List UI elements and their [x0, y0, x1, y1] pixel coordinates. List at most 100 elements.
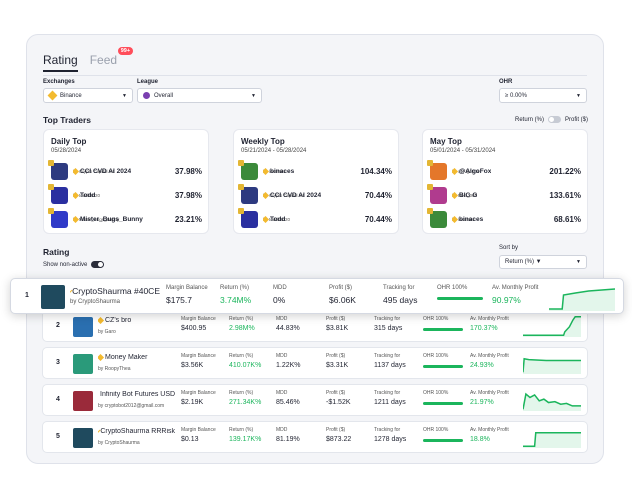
tracking-label: Tracking for [383, 285, 415, 291]
binance-icon [98, 354, 105, 361]
bot-name[interactable]: CryptoShaurma #40CE [70, 286, 160, 296]
profit-sparkline [523, 315, 581, 337]
medal-icon [48, 207, 54, 214]
top-trader-row[interactable]: binaces by lexastav 104.34% [238, 159, 392, 181]
tracking-value: 1278 days [374, 436, 407, 443]
monthly-profit-value: 170.37% [470, 325, 498, 332]
medal-icon [427, 183, 433, 190]
show-non-active-toggle[interactable]: Show non-active [43, 261, 105, 268]
monthly-profit: Av. Monthly Profit 170.37% [470, 316, 509, 332]
mdd-value: 0% [273, 295, 286, 305]
tracking-label: Tracking for [374, 353, 401, 359]
monthly-profit-value: 21.97% [470, 399, 494, 406]
table-row[interactable]: 1 CryptoShaurma #40CE by CryptoShaurma M… [10, 278, 624, 314]
return-pct-value: 410.07K% [229, 362, 262, 369]
margin-balance-value: $400.95 [181, 325, 207, 332]
margin-balance-label: Margin Balance [181, 316, 216, 322]
ohr-col-label: OHR 100% [423, 316, 449, 322]
avatar [73, 391, 93, 411]
top-trader-row[interactable]: binaces by lexastav 68.61% [427, 207, 581, 229]
top-card: May Top 05/01/2024 - 05/31/2024 @AlgoFox… [422, 129, 588, 234]
trader-name-text: CCI CVD AI 2024 [270, 192, 322, 199]
bot-name[interactable]: CryptoShaurma RRRisk [98, 428, 175, 435]
chevron-down-icon: ▼ [251, 92, 256, 99]
avatar [48, 207, 68, 228]
tracking-value: 1137 days [374, 362, 406, 369]
toggle-return-label: Return (%) [515, 116, 545, 123]
profit-label: Profit ($) [326, 353, 346, 359]
monthly-profit-label: Av. Monthly Profit [470, 390, 509, 396]
table-row[interactable]: 4 Infinity Bot Futures USD by cryptobot2… [42, 384, 588, 416]
sort-value: Return (%) ▼ [505, 259, 542, 265]
profit: Profit ($) $3.81K [326, 316, 348, 332]
top-trader-row[interactable]: @AlgoFox by @AlgoFox 201.22% [427, 159, 581, 181]
monthly-profit-label: Av. Monthly Profit [470, 427, 509, 433]
medal-icon [48, 183, 54, 190]
return-pct: Return (%) 410.07K% [229, 353, 261, 369]
league-select[interactable]: Overall ▼ [137, 88, 262, 103]
non-active-switch[interactable] [91, 261, 105, 268]
profit: Profit ($) $6.06K [329, 285, 356, 305]
top-card: Daily Top 05/28/2024 CCI CVD AI 2024 by … [43, 129, 209, 234]
tab-rating[interactable]: Rating [43, 53, 78, 72]
return-pct-value: 139.17K% [229, 436, 262, 443]
mdd-value: 81.19% [276, 436, 300, 443]
trader-name-text: @AlgoFox [459, 168, 492, 175]
trader-return: 37.98% [174, 166, 202, 176]
bot-name[interactable]: CZ's bro [98, 317, 175, 324]
return-pct-label: Return (%) [229, 427, 254, 433]
ohr-col-label: OHR 100% [423, 427, 449, 433]
avatar [427, 207, 447, 228]
avatar [238, 207, 258, 228]
profit: Profit ($) -$1.52K [326, 390, 351, 406]
binance-icon [263, 216, 270, 223]
sort-by-label: Sort by [499, 245, 519, 251]
trader-name: CCI CVD AI 2024 [263, 192, 321, 199]
return-profit-switch[interactable] [548, 116, 562, 123]
mdd: MDD 44.83% [276, 316, 300, 332]
monthly-profit: Av. Monthly Profit 18.8% [470, 427, 509, 443]
metric-toggle[interactable]: Return (%) Profit ($) [515, 116, 588, 123]
sort-select[interactable]: Return (%) ▼ ▼ [499, 255, 587, 269]
table-row[interactable]: 5 CryptoShaurma RRRisk by CryptoShaurma … [42, 421, 588, 453]
bot-name-text: CryptoShaurma RRRisk [100, 428, 175, 435]
bot-name[interactable]: Infinity Bot Futures USD [98, 391, 175, 398]
table-row[interactable]: 2 CZ's bro by Garo Margin Balance $400.95… [42, 310, 588, 342]
margin-balance: Margin Balance $2.19K [181, 390, 216, 406]
tab-divider [43, 75, 587, 76]
bot-name[interactable]: Money Maker [98, 354, 175, 361]
trader-return: 37.98% [174, 190, 202, 200]
ohr-select[interactable]: ≥ 0.00% ▼ [499, 88, 587, 103]
exchange-select[interactable]: Binance ▼ [43, 88, 133, 103]
ohr-progress-bar [423, 402, 463, 405]
ohr-col-label: OHR 100% [437, 285, 468, 291]
toggle-profit-label: Profit ($) [565, 116, 589, 123]
table-row[interactable]: 3 Money Maker by RoopyThea Margin Balanc… [42, 347, 588, 379]
top-trader-row[interactable]: CCI CVD AI 2024 by Crypto Capital Int. 3… [48, 159, 202, 181]
mdd-label: MDD [276, 353, 288, 359]
ohr-label: OHR [499, 79, 513, 85]
top-trader-row[interactable]: BIG G by Pest_007 133.61% [427, 183, 581, 205]
mdd-label: MDD [276, 427, 288, 433]
return-pct-value: 3.74M% [220, 295, 252, 305]
tab-feed[interactable]: Feed 99+ [90, 47, 134, 72]
top-trader-row[interactable]: Todd by todds2020 37.98% [48, 183, 202, 205]
trader-name: Mister_Bugs_Bunny [73, 216, 143, 223]
ohr: OHR 100% [423, 390, 463, 405]
monthly-profit: Av. Monthly Profit 90.97% [492, 285, 538, 305]
margin-balance: Margin Balance $400.95 [181, 316, 216, 332]
trader-name-text: Todd [80, 192, 96, 199]
card-title: Weekly Top [241, 137, 285, 146]
league-value: Overall [154, 92, 174, 99]
top-trader-row[interactable]: Mister_Bugs_Bunny by Mister_Bugs_Bunny 2… [48, 207, 202, 229]
margin-balance-value: $0.13 [181, 436, 199, 443]
league-label: League [137, 79, 159, 85]
monthly-profit-label: Av. Monthly Profit [470, 316, 509, 322]
top-trader-row[interactable]: CCI CVD AI 2024 by Crypto Capital Int. 7… [238, 183, 392, 205]
tracking-label: Tracking for [374, 427, 401, 433]
return-pct: Return (%) 271.34K% [229, 390, 261, 406]
binance-icon [452, 168, 459, 175]
margin-balance-label: Margin Balance [181, 427, 216, 433]
top-trader-row[interactable]: Todd by todds2020 70.44% [238, 207, 392, 229]
binance-icon [73, 216, 80, 223]
